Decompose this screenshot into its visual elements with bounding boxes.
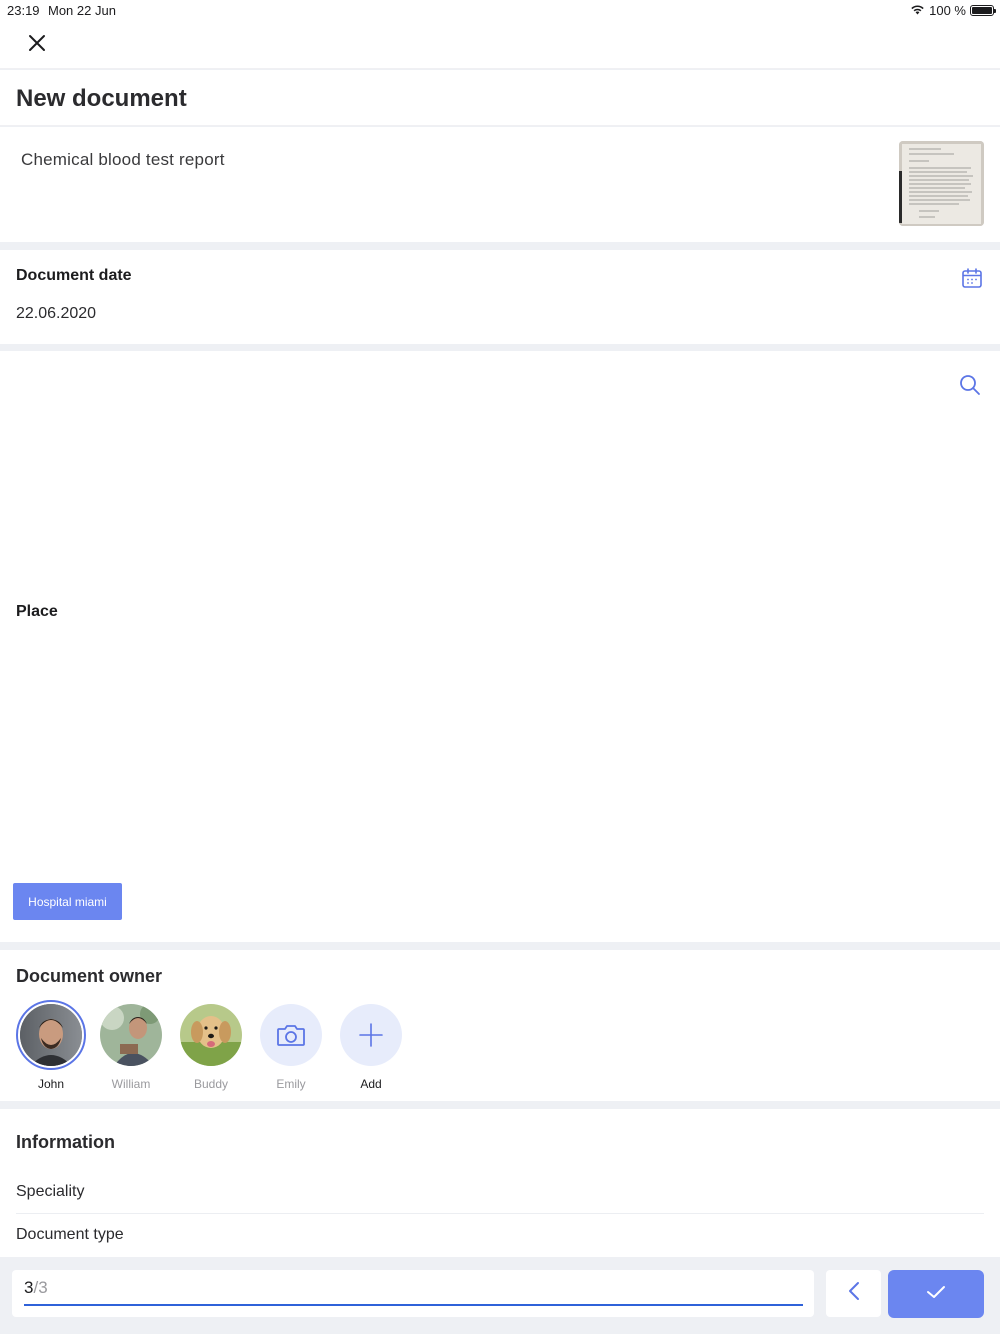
status-time: 23:19 bbox=[7, 3, 40, 18]
avatar-john bbox=[20, 1004, 82, 1066]
page-title: New document bbox=[16, 85, 187, 112]
owner-buddy[interactable]: Buddy bbox=[176, 1000, 256, 1091]
information-title: Information bbox=[16, 1132, 115, 1152]
owner-john[interactable]: John bbox=[16, 1000, 96, 1091]
camera-icon bbox=[260, 1004, 322, 1066]
document-name-section: Chemical blood test report bbox=[0, 127, 1000, 242]
owner-name: John bbox=[37, 1077, 65, 1091]
owner-name: Buddy bbox=[193, 1077, 229, 1091]
close-icon bbox=[28, 34, 46, 57]
owner-william[interactable]: William bbox=[96, 1000, 176, 1091]
avatar-buddy bbox=[180, 1004, 242, 1066]
calendar-icon[interactable] bbox=[961, 267, 983, 294]
document-name-field[interactable]: Chemical blood test report bbox=[21, 150, 225, 170]
place-section: Place Hospital miami bbox=[0, 351, 1000, 942]
step-progress: 3/3 bbox=[12, 1270, 814, 1317]
nav-bar bbox=[0, 22, 1000, 69]
document-date-value[interactable]: 22.06.2020 bbox=[16, 305, 96, 323]
document-date-section[interactable]: Document date 22.06.2020 bbox=[0, 250, 1000, 344]
plus-icon bbox=[340, 1004, 402, 1066]
document-type-field[interactable]: Document type bbox=[16, 1226, 984, 1244]
wifi-icon bbox=[910, 3, 925, 18]
progress-bar bbox=[24, 1304, 803, 1306]
back-button[interactable] bbox=[826, 1270, 881, 1317]
avatar-william bbox=[100, 1004, 162, 1066]
owner-name: Add bbox=[360, 1077, 382, 1091]
step-counter: 3/3 bbox=[24, 1278, 48, 1298]
place-label: Place bbox=[16, 603, 58, 620]
place-chip-hospital[interactable]: Hospital miami bbox=[13, 883, 122, 920]
owner-name: William bbox=[111, 1077, 151, 1091]
avatar-selected-ring bbox=[16, 1000, 86, 1070]
bottom-bar: 3/3 bbox=[0, 1257, 1000, 1334]
status-date: Mon 22 Jun bbox=[48, 3, 116, 18]
speciality-field[interactable]: Speciality bbox=[16, 1183, 984, 1214]
search-icon[interactable] bbox=[959, 374, 981, 401]
add-owner-button[interactable]: Add bbox=[336, 1000, 416, 1091]
status-bar: 23:19 Mon 22 Jun 100 % bbox=[0, 0, 1000, 22]
step-total: /3 bbox=[33, 1278, 48, 1297]
owner-list: John William Buddy Emily Add bbox=[16, 1000, 416, 1091]
owner-emily[interactable]: Emily bbox=[256, 1000, 336, 1091]
document-owner-section: Document owner John William Buddy Emily … bbox=[0, 950, 1000, 1101]
battery-icon bbox=[970, 5, 996, 16]
battery-percent: 100 % bbox=[929, 3, 966, 18]
check-icon bbox=[926, 1284, 946, 1305]
information-section: Information Speciality Document type bbox=[0, 1109, 1000, 1257]
document-thumbnail[interactable] bbox=[899, 141, 984, 226]
document-date-label: Document date bbox=[16, 267, 132, 284]
chevron-left-icon bbox=[848, 1281, 860, 1306]
status-right: 100 % bbox=[910, 3, 996, 18]
document-owner-title: Document owner bbox=[16, 966, 163, 986]
confirm-button[interactable] bbox=[888, 1270, 984, 1318]
owner-name: Emily bbox=[276, 1077, 306, 1091]
close-button[interactable] bbox=[22, 30, 52, 60]
title-bar: New document bbox=[0, 70, 1000, 126]
